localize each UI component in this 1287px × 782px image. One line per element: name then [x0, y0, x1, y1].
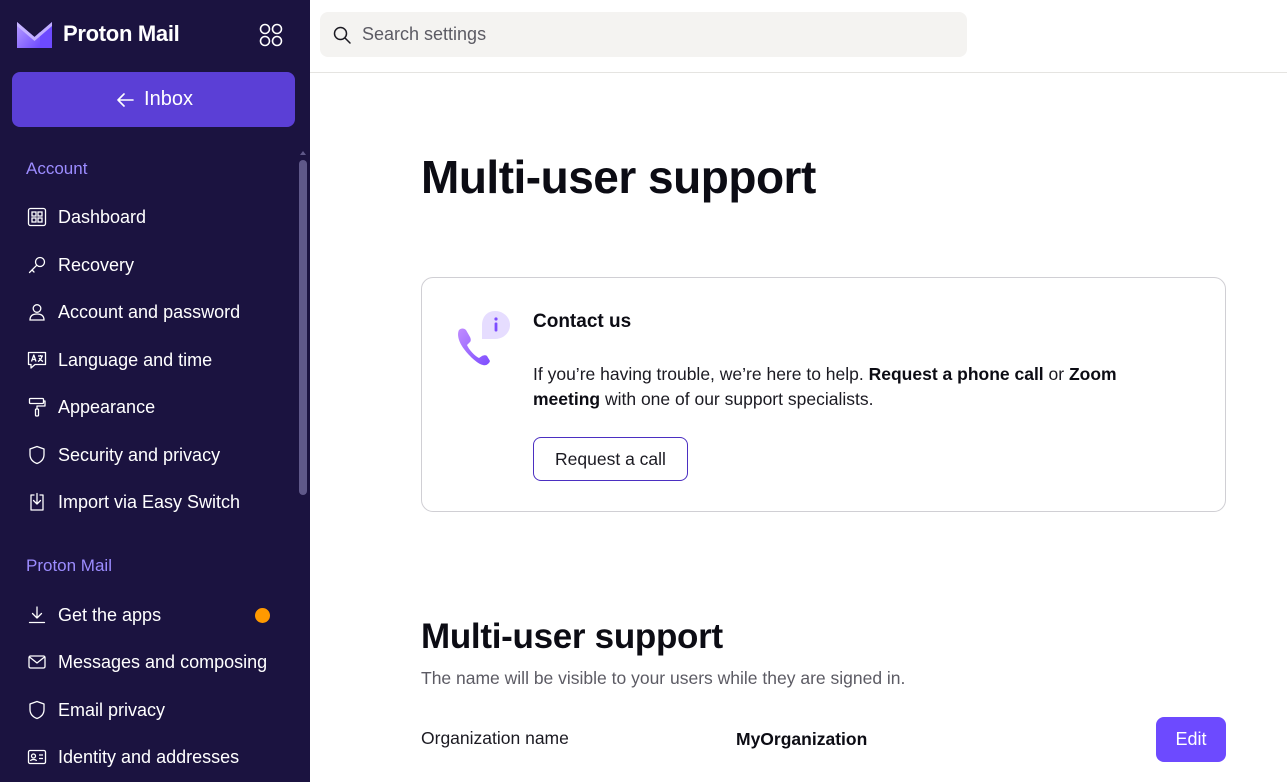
sidebar-item-label: Messages and composing	[58, 651, 268, 672]
section-description: The name will be visible to your users w…	[421, 668, 906, 688]
import-icon	[30, 492, 44, 511]
shield-icon	[29, 445, 45, 465]
contact-text-part: or	[1043, 364, 1069, 384]
section-title-multi-user-support: Multi-user support	[421, 617, 723, 656]
user-icon	[29, 304, 45, 321]
sidebar-item-appearance[interactable]: Appearance	[12, 385, 292, 429]
paint-roller-icon	[28, 397, 46, 417]
search-icon	[333, 26, 351, 44]
sidebar-item-email-privacy[interactable]: Email privacy	[12, 688, 292, 732]
brand-name: Proton Mail	[63, 21, 180, 46]
back-to-inbox-button[interactable]: Inbox	[12, 72, 295, 127]
request-a-call-button[interactable]: Request a call	[533, 437, 688, 481]
sidebar-item-account-and-password[interactable]: Account and password	[12, 290, 292, 334]
sidebar-item-label: Account and password	[58, 301, 241, 322]
envelope-icon	[28, 655, 46, 669]
sidebar-item-dashboard[interactable]: Dashboard	[12, 195, 292, 239]
notification-dot	[255, 608, 270, 623]
inbox-button-label: Inbox	[144, 88, 193, 110]
sidebar-scrollbar[interactable]	[299, 160, 307, 495]
sidebar-item-label: Get the apps	[58, 604, 162, 625]
sidebar-item-security-and-privacy[interactable]: Security and privacy	[12, 433, 292, 477]
download-icon	[28, 606, 46, 624]
request-phone-call-emphasis: Request a phone call	[868, 364, 1044, 384]
sidebar-item-recovery[interactable]: Recovery	[12, 243, 292, 287]
brand[interactable]: Proton Mail	[16, 18, 180, 50]
phone-call-info-icon	[458, 311, 510, 366]
sidebar-item-messages-and-composing[interactable]: Messages and composing	[12, 640, 292, 684]
dashboard-icon	[27, 207, 47, 227]
app-switcher-grid-icon[interactable]	[258, 22, 284, 48]
sidebar-item-label: Recovery	[58, 254, 135, 275]
id-card-icon	[27, 749, 47, 765]
sidebar-item-label: Language and time	[58, 349, 213, 370]
shield-icon	[29, 700, 45, 720]
contact-text-part: with one of our support specialists.	[600, 389, 874, 409]
contact-us-card: Contact us If you’re having trouble, we’…	[421, 277, 1226, 512]
proton-mail-logo-icon	[17, 22, 52, 48]
arrow-left-icon	[117, 92, 134, 107]
scroll-up-arrow-icon[interactable]	[299, 150, 307, 156]
organization-name-label: Organization name	[421, 728, 569, 748]
sidebar-item-label: Email privacy	[58, 699, 166, 720]
sidebar-item-label: Identity and addresses	[58, 746, 240, 767]
contact-text-part: If you’re having trouble, we’re here to …	[533, 364, 869, 384]
sidebar-item-label: Dashboard	[58, 206, 147, 227]
organization-name-value: MyOrganization	[736, 729, 868, 749]
section-title-account: Account	[26, 159, 88, 178]
top-bar	[310, 0, 1287, 73]
sidebar-item-import-via-easy-switch[interactable]: Import via Easy Switch	[12, 480, 292, 524]
language-icon	[27, 351, 47, 369]
sidebar-item-label: Security and privacy	[58, 444, 221, 465]
page-title: Multi-user support	[421, 151, 816, 203]
search-settings-input[interactable]	[362, 24, 942, 45]
sidebar-item-language-and-time[interactable]: Language and time	[12, 338, 292, 382]
section-title-proton-mail: Proton Mail	[26, 556, 112, 575]
key-icon	[28, 256, 46, 274]
sidebar-item-get-the-apps[interactable]: Get the apps	[12, 593, 292, 637]
contact-us-title: Contact us	[533, 311, 632, 332]
search-bar[interactable]	[320, 12, 967, 57]
contact-us-text: If you’re having trouble, we’re here to …	[533, 362, 1183, 412]
sidebar-item-label: Appearance	[58, 396, 156, 417]
edit-organization-name-button[interactable]: Edit	[1156, 717, 1226, 762]
sidebar-item-label: Import via Easy Switch	[58, 491, 241, 512]
sidebar-item-identity-and-addresses[interactable]: Identity and addresses	[12, 735, 292, 779]
sidebar: Proton Mail Inbox Account Dashboard Reco…	[0, 0, 310, 782]
